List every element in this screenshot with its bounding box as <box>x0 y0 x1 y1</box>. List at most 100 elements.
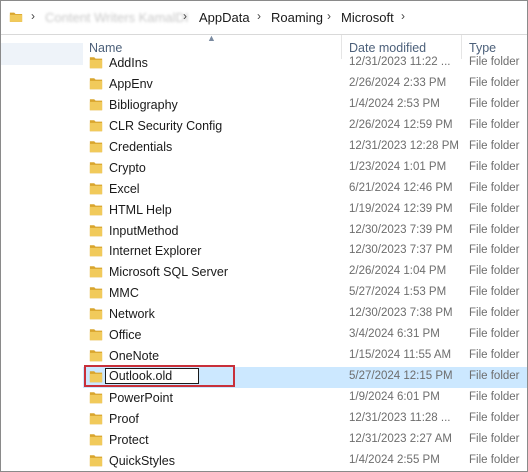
list-item[interactable]: Bibliography 1/4/2024 2:53 PM File folde… <box>83 95 527 116</box>
file-name: AddIns <box>109 56 148 70</box>
list-item[interactable]: Microsoft SQL Server 2/26/2024 1:04 PM F… <box>83 262 527 283</box>
file-name: Crypto <box>109 160 146 175</box>
folder-icon <box>89 56 103 72</box>
folder-icon <box>89 244 103 260</box>
chevron-right-icon[interactable]: › <box>327 9 331 23</box>
file-type: File folder <box>469 286 520 299</box>
file-type: File folder <box>469 453 520 466</box>
folder-icon <box>89 328 103 344</box>
list-item[interactable]: Office 3/4/2024 6:31 PM File folder <box>83 325 527 346</box>
file-type: File folder <box>469 244 520 257</box>
file-date: 12/30/2023 7:39 PM <box>349 223 453 236</box>
sort-up-icon: ▲ <box>207 33 216 43</box>
file-date: 1/4/2024 2:53 PM <box>349 97 440 110</box>
file-date: 12/30/2023 7:38 PM <box>349 307 453 320</box>
address-bar[interactable]: › Content Writers KamalDI › AppData › Ro… <box>1 1 527 35</box>
nav-selected-item[interactable] <box>1 43 83 65</box>
file-type: File folder <box>469 307 520 320</box>
folder-icon <box>89 349 103 365</box>
file-name: Proof <box>109 411 139 426</box>
file-date: 1/23/2024 1:01 PM <box>349 160 447 173</box>
file-type: File folder <box>469 432 520 445</box>
list-item[interactable]: Proof 12/31/2023 11:28 ... File folder <box>83 409 527 430</box>
file-type: File folder <box>469 76 520 89</box>
folder-icon <box>89 98 103 114</box>
file-name: Protect <box>109 432 149 447</box>
list-item[interactable]: Credentials 12/31/2023 12:28 PM File fol… <box>83 137 527 158</box>
breadcrumb-user[interactable]: Content Writers KamalDI <box>45 10 189 25</box>
file-type: File folder <box>469 328 520 341</box>
folder-icon <box>89 182 103 198</box>
file-name: InputMethod <box>109 223 179 238</box>
folder-icon <box>89 412 103 428</box>
folder-icon <box>89 203 103 219</box>
file-name: PowerPoint <box>109 391 173 405</box>
list-item[interactable]: Excel 6/21/2024 12:46 PM File folder <box>83 179 527 200</box>
list-item[interactable]: CLR Security Config 2/26/2024 12:59 PM F… <box>83 116 527 137</box>
file-type: File folder <box>469 391 520 403</box>
file-date: 3/4/2024 6:31 PM <box>349 328 440 341</box>
file-name: QuickStyles <box>109 453 175 468</box>
list-item[interactable]: AppEnv 2/26/2024 2:33 PM File folder <box>83 74 527 95</box>
file-name: Office <box>109 328 142 343</box>
list-item[interactable]: MMC 5/27/2024 1:53 PM File folder <box>83 283 527 304</box>
file-type: File folder <box>469 181 520 194</box>
list-item[interactable]: QuickStyles 1/4/2024 2:55 PM File folder <box>83 451 527 471</box>
file-type: File folder <box>469 223 520 236</box>
rename-input[interactable] <box>105 368 199 385</box>
folder-icon <box>89 307 103 323</box>
file-type: File folder <box>469 411 520 424</box>
file-type: File folder <box>469 265 520 278</box>
file-name: AppEnv <box>109 76 153 91</box>
file-type: File folder <box>469 118 520 131</box>
file-type: File folder <box>469 370 520 383</box>
list-item-selected[interactable]: 5/27/2024 12:15 PM File folder <box>83 365 527 388</box>
file-type: File folder <box>469 202 520 215</box>
folder-icon <box>89 370 103 386</box>
file-date: 12/31/2023 11:22 ... <box>349 56 451 68</box>
list-item[interactable]: HTML Help 1/19/2024 12:39 PM File folder <box>83 200 527 221</box>
file-name: Excel <box>109 181 140 196</box>
list-item[interactable]: InputMethod 12/30/2023 7:39 PM File fold… <box>83 221 527 242</box>
file-name: Bibliography <box>109 97 178 112</box>
file-date: 2/26/2024 12:59 PM <box>349 118 453 131</box>
file-date: 12/31/2023 12:28 PM <box>349 139 459 152</box>
file-type: File folder <box>469 160 520 173</box>
chevron-right-icon[interactable]: › <box>31 9 35 23</box>
list-item[interactable]: OneNote 1/15/2024 11:55 AM File folder <box>83 346 527 367</box>
file-type: File folder <box>469 139 520 152</box>
chevron-right-icon[interactable]: › <box>183 9 187 23</box>
file-name: Microsoft SQL Server <box>109 265 229 280</box>
file-date: 12/31/2023 11:28 ... <box>349 411 451 424</box>
file-name: Credentials <box>109 139 173 154</box>
file-date: 1/9/2024 6:01 PM <box>349 391 440 403</box>
list-item[interactable]: Protect 12/31/2023 2:27 AM File folder <box>83 430 527 451</box>
list-item[interactable]: Internet Explorer 12/30/2023 7:37 PM Fil… <box>83 241 527 262</box>
list-item[interactable]: Crypto 1/23/2024 1:01 PM File folder <box>83 158 527 179</box>
list-item[interactable]: AddIns 12/31/2023 11:22 ... File folder <box>83 53 527 74</box>
file-name: HTML Help <box>109 202 172 217</box>
file-date: 5/27/2024 1:53 PM <box>349 286 447 299</box>
file-date: 12/31/2023 2:27 AM <box>349 432 452 445</box>
list-item[interactable]: PowerPoint 1/9/2024 6:01 PM File folder <box>83 388 527 409</box>
file-date: 6/21/2024 12:46 PM <box>349 181 453 194</box>
folder-icon <box>89 140 103 156</box>
file-date: 2/26/2024 1:04 PM <box>349 265 447 278</box>
file-type: File folder <box>469 97 520 110</box>
file-name: CLR Security Config <box>109 118 223 133</box>
breadcrumb-appdata[interactable]: AppData <box>199 10 250 25</box>
navigation-pane[interactable] <box>1 35 83 471</box>
list-item[interactable]: Network 12/30/2023 7:38 PM File folder <box>83 304 527 325</box>
breadcrumb-roaming[interactable]: Roaming <box>271 10 323 25</box>
chevron-right-icon[interactable]: › <box>401 9 405 23</box>
file-date: 1/4/2024 2:55 PM <box>349 453 440 466</box>
folder-icon <box>89 265 103 281</box>
file-type: File folder <box>469 56 520 68</box>
folder-icon <box>89 433 103 449</box>
folder-icon <box>89 119 103 135</box>
breadcrumb-microsoft[interactable]: Microsoft <box>341 10 394 25</box>
folder-icon <box>89 161 103 177</box>
chevron-right-icon[interactable]: › <box>257 9 261 23</box>
file-date: 2/26/2024 2:33 PM <box>349 76 447 89</box>
file-name: Internet Explorer <box>109 244 202 259</box>
